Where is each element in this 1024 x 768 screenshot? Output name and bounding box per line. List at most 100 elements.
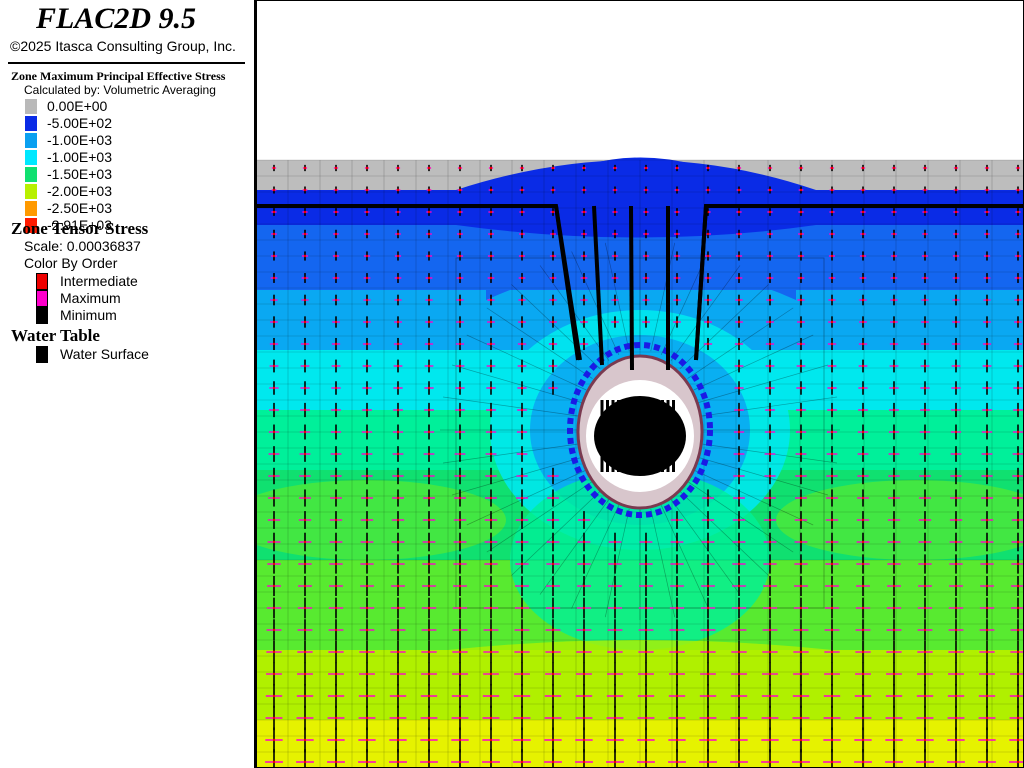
tensor-intermediate xyxy=(613,650,617,654)
tensor-intermediate xyxy=(303,232,307,236)
tensor-intermediate xyxy=(458,232,462,236)
tensor-intermediate xyxy=(334,188,338,192)
tensor-intermediate xyxy=(675,188,679,192)
tensor-intermediate xyxy=(613,232,617,236)
tensor-intermediate xyxy=(489,496,493,500)
tensor-intermediate xyxy=(303,716,307,720)
tensor-intermediate xyxy=(644,254,648,258)
tensor-intermediate xyxy=(303,166,307,170)
tensor-intermediate xyxy=(954,452,958,456)
tensor-intermediate xyxy=(272,540,276,544)
tensor-intermediate xyxy=(427,540,431,544)
tensor-intermediate xyxy=(923,188,927,192)
tensor-intermediate xyxy=(272,342,276,346)
tensor-intermediate xyxy=(799,188,803,192)
tensor-intermediate xyxy=(954,408,958,412)
tensor-intermediate xyxy=(985,430,989,434)
tensor-intermediate xyxy=(706,562,710,566)
tensor-intermediate xyxy=(923,628,927,632)
tensor-intermediate xyxy=(551,232,555,236)
tensor-intermediate xyxy=(737,650,741,654)
tensor-intermediate xyxy=(458,540,462,544)
tensor-intermediate xyxy=(644,628,648,632)
tensor-intermediate xyxy=(830,430,834,434)
tensor-intermediate xyxy=(799,276,803,280)
tensor-intermediate xyxy=(892,562,896,566)
tensor-intermediate xyxy=(520,210,524,214)
tensor-intermediate xyxy=(923,232,927,236)
tensor-intermediate xyxy=(954,694,958,698)
contour-band-label: -1.50E+03 xyxy=(47,166,112,182)
tensor-intermediate xyxy=(489,232,493,236)
tensor-intermediate xyxy=(613,628,617,632)
tensor-intermediate xyxy=(706,232,710,236)
tensor-intermediate xyxy=(799,760,803,764)
tensor-intermediate xyxy=(613,562,617,566)
tensor-intermediate xyxy=(334,342,338,346)
tensor-intermediate xyxy=(861,496,865,500)
tensor-intermediate xyxy=(644,584,648,588)
tensor-intermediate xyxy=(551,210,555,214)
tensor-intermediate xyxy=(396,540,400,544)
tensor-intermediate xyxy=(768,760,772,764)
tensor-intermediate xyxy=(861,540,865,544)
tensor-intermediate xyxy=(334,232,338,236)
tensor-intermediate xyxy=(799,562,803,566)
tensor-intermediate xyxy=(830,298,834,302)
tensor-intermediate xyxy=(799,716,803,720)
tensor-intermediate xyxy=(1016,188,1020,192)
tensor-intermediate xyxy=(365,166,369,170)
tensor-intermediate xyxy=(303,364,307,368)
tensor-intermediate xyxy=(582,584,586,588)
tensor-intermediate xyxy=(396,298,400,302)
tensor-intermediate xyxy=(768,474,772,478)
tensor-intermediate xyxy=(768,694,772,698)
tensor-intermediate xyxy=(458,496,462,500)
tensor-intermediate xyxy=(768,650,772,654)
tensor-intermediate xyxy=(737,254,741,258)
tensor-intermediate xyxy=(303,430,307,434)
legend-panel: FLAC2D 9.5 ©2025 Itasca Consulting Group… xyxy=(0,0,256,768)
model-viewport[interactable] xyxy=(256,0,1024,768)
tensor-intermediate xyxy=(520,474,524,478)
tensor-intermediate xyxy=(923,320,927,324)
tensor-intermediate xyxy=(954,364,958,368)
tensor-intermediate xyxy=(861,320,865,324)
tensor-intermediate xyxy=(737,474,741,478)
tensor-intermediate xyxy=(892,474,896,478)
tensor-intermediate xyxy=(303,562,307,566)
tensor-intermediate xyxy=(489,276,493,280)
tensor-intermediate xyxy=(768,298,772,302)
tensor-intermediate xyxy=(737,276,741,280)
tensor-intermediate xyxy=(551,496,555,500)
tensor-intermediate xyxy=(303,694,307,698)
tensor-intermediate xyxy=(644,232,648,236)
contour-band-label: -2.50E+03 xyxy=(47,200,112,216)
tensor-intermediate xyxy=(1016,562,1020,566)
model-plot[interactable] xyxy=(256,0,1024,768)
tensor-intermediate xyxy=(799,474,803,478)
tensor-intermediate xyxy=(458,518,462,522)
tensor-intermediate xyxy=(830,320,834,324)
tensor-intermediate xyxy=(489,254,493,258)
tensor-intermediate xyxy=(365,738,369,742)
tensor-intermediate xyxy=(706,738,710,742)
tensor-intermediate xyxy=(954,166,958,170)
tensor-intermediate xyxy=(1016,540,1020,544)
contour-band-label: -5.00E+02 xyxy=(47,115,112,131)
tensor-intermediate xyxy=(520,386,524,390)
tensor-intermediate xyxy=(861,694,865,698)
tensor-intermediate xyxy=(768,496,772,500)
tensor-intermediate xyxy=(985,188,989,192)
tensor-intermediate xyxy=(799,298,803,302)
tensor-intermediate xyxy=(582,210,586,214)
tensor-intermediate xyxy=(737,188,741,192)
tensor-intermediate xyxy=(861,760,865,764)
tensor-intermediate xyxy=(675,628,679,632)
tensor-intermediate xyxy=(551,562,555,566)
tensor-intermediate xyxy=(644,562,648,566)
tensor-intermediate xyxy=(954,584,958,588)
tensor-intermediate xyxy=(830,606,834,610)
tensor-intermediate xyxy=(303,320,307,324)
tensor-intermediate xyxy=(396,738,400,742)
